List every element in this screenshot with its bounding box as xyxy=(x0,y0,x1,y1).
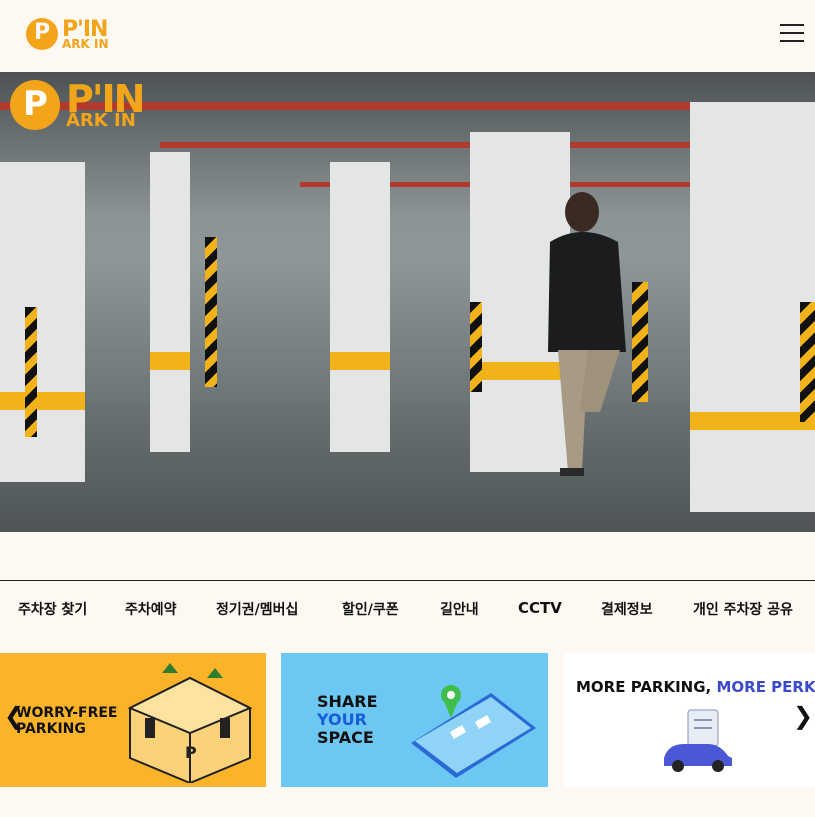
banner-share-space[interactable]: SHARE YOUR SPACE xyxy=(281,653,548,787)
banner-more-perks[interactable]: MORE PARKING, MORE PERKS xyxy=(563,653,815,787)
hero-hazard xyxy=(25,307,37,437)
nav-reservation[interactable]: 주차예약 xyxy=(125,599,177,619)
hero-logo-sub: ARK IN xyxy=(66,110,136,131)
hero-hazard xyxy=(470,302,482,392)
car-parking-icon xyxy=(664,709,732,772)
logo-mark-icon: P xyxy=(26,18,58,50)
carousel-prev-icon[interactable]: ❮ xyxy=(4,702,24,730)
hero-logo: P P'IN ARK IN xyxy=(10,80,145,131)
svg-text:P: P xyxy=(185,743,197,762)
site-header: P P'IN ARK IN xyxy=(0,0,815,72)
main-nav: 주차장 찾기 주차예약 정기권/멤버십 할인/쿠폰 길안내 CCTV 결제정보 … xyxy=(0,580,815,636)
banner3-part1: MORE PARKING, xyxy=(576,678,717,696)
hero-pillar xyxy=(330,162,390,452)
banner1-line2: PARKING xyxy=(16,721,86,737)
menu-icon[interactable] xyxy=(780,24,804,42)
logo-text-sub: ARK IN xyxy=(62,36,109,51)
nav-payment[interactable]: 결제정보 xyxy=(601,599,653,619)
hero-pillar xyxy=(0,162,85,482)
hero-logo-letter: P xyxy=(23,84,48,124)
hero-hazard xyxy=(800,302,815,422)
hero-pillar xyxy=(150,152,190,452)
parking-building-icon: P xyxy=(127,663,253,783)
carousel-next-icon[interactable]: ❯ xyxy=(793,702,813,730)
banner3-part2: MORE PERKS xyxy=(716,678,815,696)
nav-membership[interactable]: 정기권/멤버십 xyxy=(216,599,298,619)
phone-map-icon xyxy=(411,685,536,778)
banner-worry-free[interactable]: WORRY-FREE PARKING P xyxy=(0,653,266,787)
banner2-line1: SHARE xyxy=(317,692,378,711)
nav-discount[interactable]: 할인/쿠폰 xyxy=(342,599,399,619)
nav-cctv[interactable]: CCTV xyxy=(518,599,562,617)
hero-logo-mark-icon: P xyxy=(10,80,60,130)
hero-pillar xyxy=(690,102,815,512)
nav-share-parking[interactable]: 개인 주차장 공유 xyxy=(693,599,793,619)
site-logo[interactable]: P P'IN ARK IN xyxy=(26,18,109,50)
nav-directions[interactable]: 길안내 xyxy=(440,599,479,619)
banner2-line2: YOUR xyxy=(317,710,367,729)
hero-banner: P P'IN ARK IN xyxy=(0,72,815,532)
logo-mark-letter: P xyxy=(34,20,51,45)
hero-hazard xyxy=(205,237,217,387)
hero-person xyxy=(548,192,626,476)
nav-find-parking[interactable]: 주차장 찾기 xyxy=(18,599,87,619)
banner1-line1: WORRY-FREE xyxy=(16,705,118,721)
banner2-line3: SPACE xyxy=(317,728,374,747)
